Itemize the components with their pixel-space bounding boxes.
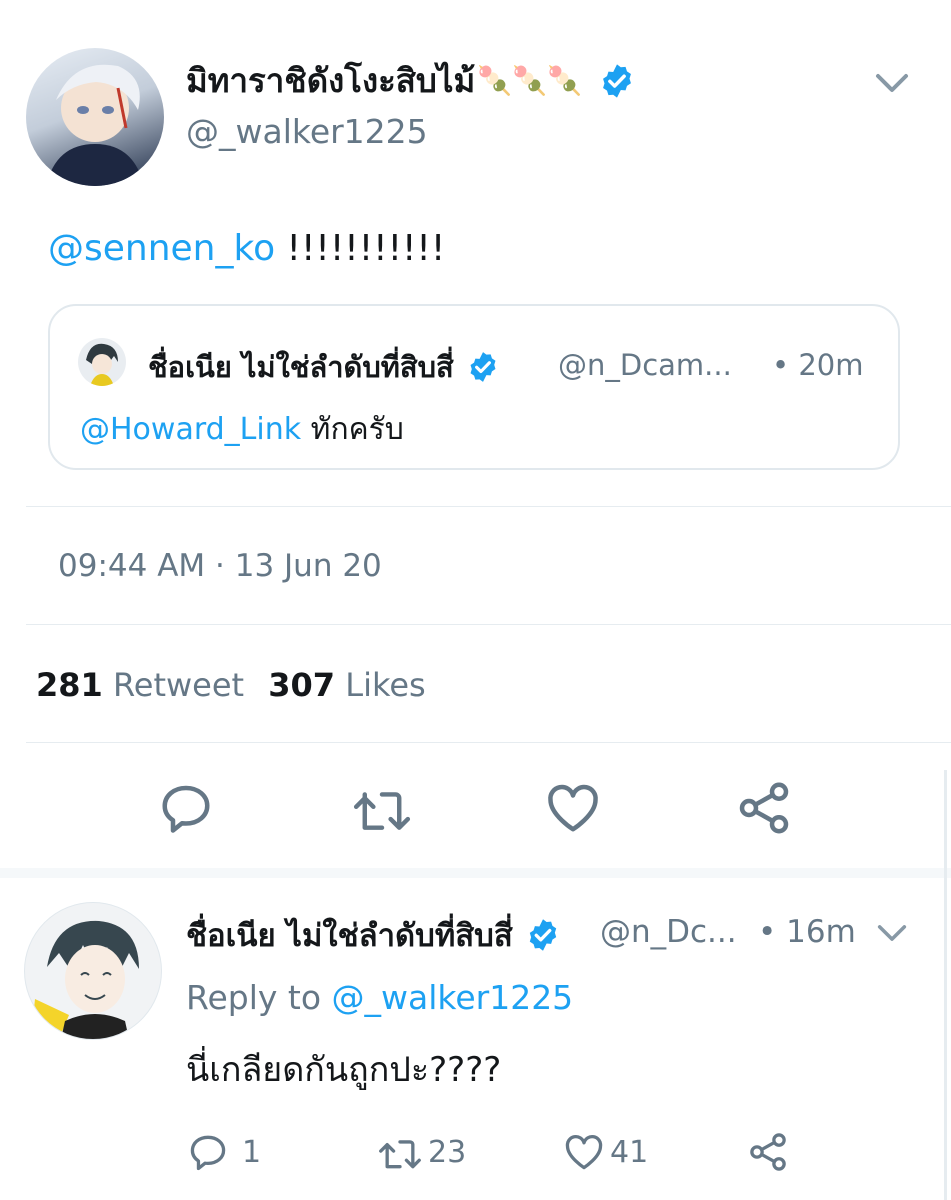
heart-icon xyxy=(562,1130,606,1174)
display-name-text: มิทาราชิดังโงะสิบไม้ xyxy=(186,61,476,100)
reply-avatar-illustration xyxy=(31,920,139,1039)
retweet-icon xyxy=(376,1130,424,1174)
tweet-timestamp: 09:44 AM · 13 Jun 20 xyxy=(58,548,382,584)
scrollbar[interactable] xyxy=(944,770,947,1200)
reply-to-label: Reply to xyxy=(186,978,322,1017)
tweet-stats: 281 Retweet 307 Likes xyxy=(36,666,426,704)
reply-name-text: ชื่อเนีย ไม่ใช่ลำดับที่สิบสี่ xyxy=(186,918,513,954)
reply-to-line: Reply to @_walker1225 xyxy=(186,978,573,1017)
retweet-label: Retweet xyxy=(112,666,245,704)
quoted-author-handle: @n_Dcam... xyxy=(558,348,732,382)
quoted-author-name: ชื่อเนีย ไม่ใช่ลำดับที่สิบสี่ xyxy=(148,344,500,390)
avatar-illustration xyxy=(46,64,144,186)
quoted-text: @Howard_Link ทักครับ xyxy=(80,406,404,453)
reply-icon[interactable] xyxy=(156,778,216,838)
share-icon[interactable] xyxy=(734,778,794,838)
reply-action[interactable]: 1 xyxy=(186,1130,261,1174)
reply-icon xyxy=(186,1130,230,1174)
heart-icon[interactable] xyxy=(543,778,603,838)
tweet-text: @sennen_ko !!!!!!!!!!! xyxy=(48,228,445,269)
quoted-time: • 20m xyxy=(772,348,864,382)
verified-badge-icon xyxy=(598,62,636,100)
divider xyxy=(0,868,951,878)
timestamp-separator: · xyxy=(215,548,235,584)
reply-text: นี่เกลียดกันถูกปะ???? xyxy=(186,1050,502,1090)
author-handle[interactable]: @_walker1225 xyxy=(186,112,428,151)
retweet-action[interactable]: 23 xyxy=(376,1130,466,1174)
verified-badge-icon xyxy=(525,917,561,953)
tweet-date: 13 Jun 20 xyxy=(234,548,382,584)
quoted-mention-link[interactable]: @Howard_Link xyxy=(80,412,301,447)
author-display-name[interactable]: มิทาราชิดังโงะสิบไม้ 🍡🍡🍡 xyxy=(186,58,636,104)
likes-stat[interactable]: 307 Likes xyxy=(268,666,425,704)
likes-count: 307 xyxy=(268,666,336,704)
quoted-tweet-card[interactable]: ชื่อเนีย ไม่ใช่ลำดับที่สิบสี่ @n_Dcam...… xyxy=(48,304,900,470)
share-icon[interactable] xyxy=(746,1130,790,1174)
likes-label: Likes xyxy=(345,666,426,704)
reply-time: • 16m xyxy=(758,914,856,950)
author-avatar[interactable] xyxy=(26,48,164,186)
retweet-icon[interactable] xyxy=(350,778,414,838)
dango-emoji: 🍡🍡🍡 xyxy=(477,64,582,97)
chevron-down-icon[interactable] xyxy=(874,918,910,948)
verified-badge-icon xyxy=(466,350,500,384)
divider xyxy=(26,506,951,507)
retweet-stat[interactable]: 281 Retweet xyxy=(36,666,254,704)
divider xyxy=(26,742,951,743)
mention-link[interactable]: @sennen_ko xyxy=(48,228,275,269)
quoted-text-rest: ทักครับ xyxy=(310,412,404,447)
retweet-count: 23 xyxy=(428,1134,467,1170)
quoted-author-avatar xyxy=(78,338,126,386)
tweet-text-rest: !!!!!!!!!!! xyxy=(286,228,446,269)
like-action[interactable]: 41 xyxy=(562,1130,648,1174)
chevron-down-icon[interactable] xyxy=(872,66,912,100)
like-count: 41 xyxy=(610,1134,649,1170)
reply-author-avatar[interactable] xyxy=(24,902,162,1040)
reply-author-name[interactable]: ชื่อเนีย ไม่ใช่ลำดับที่สิบสี่ xyxy=(186,910,561,960)
reply-count: 1 xyxy=(242,1134,262,1170)
divider xyxy=(26,624,951,625)
tweet-time: 09:44 AM xyxy=(58,548,206,584)
quoted-name-text: ชื่อเนีย ไม่ใช่ลำดับที่สิบสี่ xyxy=(148,350,454,384)
quoted-avatar-illustration xyxy=(86,343,118,386)
reply-to-handle[interactable]: @_walker1225 xyxy=(332,978,574,1017)
retweet-count: 281 xyxy=(36,666,103,704)
reply-author-handle[interactable]: @n_Dc... xyxy=(600,914,737,950)
